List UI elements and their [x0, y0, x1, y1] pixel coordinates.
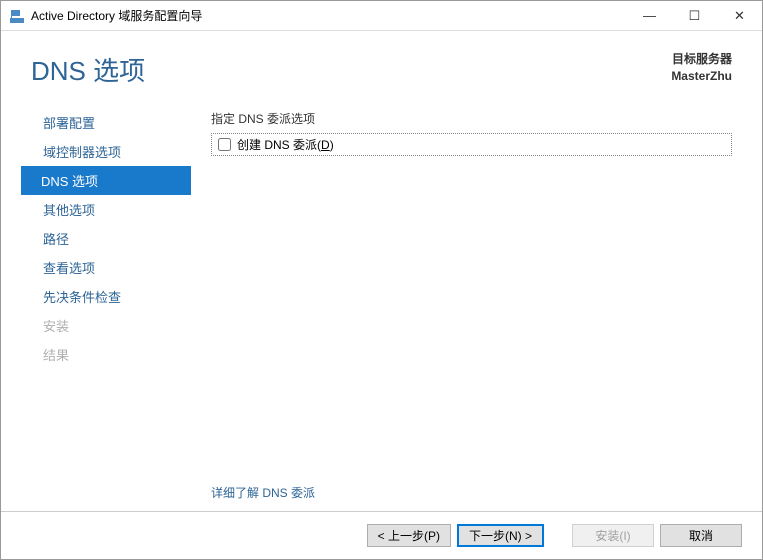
page-title: DNS 选项	[31, 51, 145, 88]
header-row: DNS 选项 目标服务器 MasterZhu	[31, 51, 732, 88]
install-button: 安装(I)	[572, 524, 654, 547]
target-server-label: 目标服务器	[671, 51, 732, 68]
titlebar: Active Directory 域服务配置向导 — ☐ ✕	[1, 1, 762, 31]
learn-more-row: 详细了解 DNS 委派	[211, 474, 732, 511]
server-flag-icon	[9, 8, 25, 24]
close-button[interactable]: ✕	[717, 1, 762, 30]
wizard-steps-sidebar: 部署配置 域控制器选项 DNS 选项 其他选项 路径 查看选项 先决条件检查 安…	[31, 108, 191, 511]
footer-buttons: < 上一步(P) 下一步(N) > 安装(I) 取消	[1, 511, 762, 559]
content-area: DNS 选项 目标服务器 MasterZhu 部署配置 域控制器选项 DNS 选…	[1, 31, 762, 511]
next-button[interactable]: 下一步(N) >	[457, 524, 544, 547]
step-domain-controller-options[interactable]: 域控制器选项	[31, 137, 191, 166]
step-install: 安装	[31, 311, 191, 340]
step-review-options[interactable]: 查看选项	[31, 253, 191, 282]
previous-button[interactable]: < 上一步(P)	[367, 524, 451, 547]
step-results: 结果	[31, 340, 191, 369]
button-gap	[550, 524, 566, 547]
maximize-button[interactable]: ☐	[672, 1, 717, 30]
create-dns-delegation-checkbox[interactable]	[218, 138, 231, 151]
main-panel: 指定 DNS 委派选项 创建 DNS 委派(D) 详细了解 DNS 委派	[211, 108, 732, 511]
window-controls: — ☐ ✕	[627, 1, 762, 30]
step-paths[interactable]: 路径	[31, 224, 191, 253]
step-other-options[interactable]: 其他选项	[31, 195, 191, 224]
dns-delegation-section-label: 指定 DNS 委派选项	[211, 110, 732, 127]
step-deployment-config[interactable]: 部署配置	[31, 108, 191, 137]
window-title: Active Directory 域服务配置向导	[31, 7, 627, 24]
create-dns-delegation-row[interactable]: 创建 DNS 委派(D)	[211, 133, 732, 156]
step-prerequisites-check[interactable]: 先决条件检查	[31, 282, 191, 311]
create-dns-delegation-label: 创建 DNS 委派(D)	[237, 136, 334, 153]
target-server-block: 目标服务器 MasterZhu	[671, 51, 732, 85]
learn-more-link[interactable]: 详细了解 DNS 委派	[211, 486, 315, 500]
target-server-name: MasterZhu	[671, 68, 732, 85]
cancel-button[interactable]: 取消	[660, 524, 742, 547]
minimize-button[interactable]: —	[627, 1, 672, 30]
step-dns-options[interactable]: DNS 选项	[21, 166, 191, 195]
main-row: 部署配置 域控制器选项 DNS 选项 其他选项 路径 查看选项 先决条件检查 安…	[31, 108, 732, 511]
